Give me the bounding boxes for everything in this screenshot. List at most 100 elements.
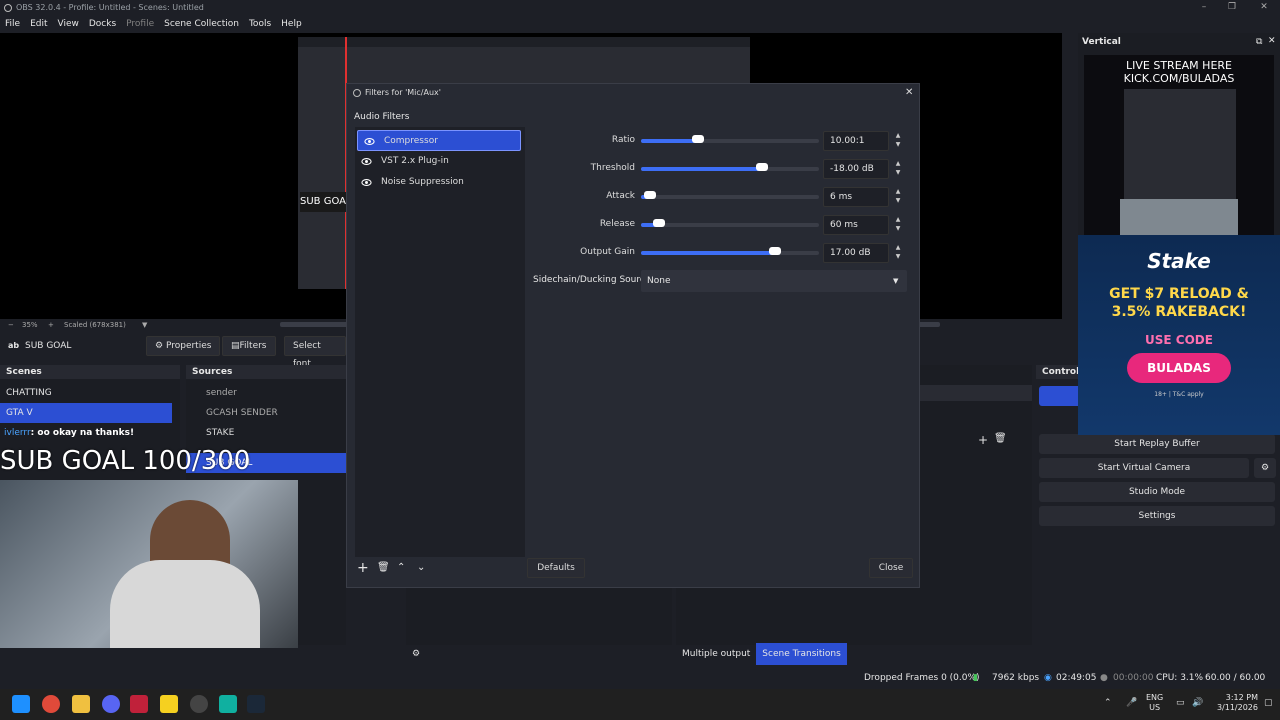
eye-icon[interactable] — [361, 156, 372, 167]
param-spinbox[interactable]: 17.00 dB — [823, 243, 889, 263]
vertical-close-icon[interactable]: ✕ — [1268, 36, 1276, 46]
scene-item[interactable]: CHATTING — [0, 383, 180, 403]
spin-arrows-icon[interactable]: ▲ ▼ — [891, 159, 905, 179]
param-label: Release — [599, 219, 635, 229]
param-spinbox[interactable]: 60 ms — [823, 215, 889, 235]
steam-icon[interactable] — [247, 695, 265, 713]
microphone-icon[interactable]: 🎤 — [1126, 698, 1137, 708]
obs-logo-icon — [4, 4, 12, 12]
eye-icon[interactable] — [364, 136, 375, 147]
vertical-webcam — [1120, 199, 1238, 235]
bottom-tabs: Multiple output Scene Transitions — [676, 643, 1032, 665]
properties-button[interactable]: ⚙ Properties — [146, 336, 221, 356]
tab-scene-transitions[interactable]: Scene Transitions — [756, 643, 847, 665]
move-down-icon[interactable]: ⌄ — [417, 562, 425, 573]
start-virtual-camera-button[interactable]: Start Virtual Camera — [1039, 458, 1249, 478]
dialog-close-icon[interactable]: ✕ — [905, 84, 913, 102]
mixer-settings-icon[interactable]: ⚙ — [412, 649, 420, 659]
menu-profile[interactable]: Profile — [121, 16, 159, 32]
audio-app-icon[interactable] — [219, 695, 237, 713]
start-replay-buffer-button[interactable]: Start Replay Buffer — [1039, 434, 1275, 454]
close-button[interactable]: Close — [869, 558, 913, 578]
source-item[interactable]: STAKE — [186, 423, 346, 443]
windows-start-icon[interactable] — [12, 695, 30, 713]
tray-chevron-icon[interactable]: ⌃ — [1104, 698, 1112, 708]
scale-dropdown-icon[interactable]: ▼ — [142, 319, 147, 331]
sticky-notes-icon[interactable] — [160, 695, 178, 713]
filter-item-vst[interactable]: VST 2.x Plug-in — [355, 151, 525, 172]
filter-item-noise-suppression[interactable]: Noise Suppression — [355, 172, 525, 193]
stake-fine-print: 18+ | T&C apply — [1154, 391, 1204, 398]
studio-mode-button[interactable]: Studio Mode — [1039, 482, 1275, 502]
volume-icon[interactable]: 🔊 — [1192, 698, 1203, 708]
menubar: File Edit View Docks Profile Scene Collection… — [0, 16, 1280, 32]
vertical-preview: LIVE STREAM HERE KICK.COM/BULADAS — [1084, 55, 1274, 235]
audio-filters-heading: Audio Filters — [354, 112, 410, 122]
remove-transition-icon[interactable]: 🗑 — [994, 433, 1007, 444]
zoom-out-icon[interactable]: − — [8, 319, 14, 331]
network-icon[interactable]: ▭ — [1176, 698, 1185, 708]
param-spinbox[interactable]: 6 ms — [823, 187, 889, 207]
discord-icon[interactable] — [102, 695, 120, 713]
slider-handle[interactable] — [768, 247, 781, 255]
file-explorer-icon[interactable] — [72, 695, 90, 713]
notifications-icon[interactable]: ▢ — [1264, 698, 1273, 708]
menu-tools[interactable]: Tools — [244, 16, 276, 32]
sidechain-select[interactable]: None ▼ — [641, 270, 907, 292]
param-spinbox[interactable]: 10.00:1 — [823, 131, 889, 151]
defaults-button[interactable]: Defaults — [527, 558, 585, 578]
slider-handle[interactable] — [652, 219, 665, 227]
menu-edit[interactable]: Edit — [25, 16, 52, 32]
source-item[interactable]: GCASH SENDER — [186, 403, 346, 423]
add-transition-icon[interactable]: + — [978, 433, 988, 447]
slider-fill — [641, 167, 763, 171]
menu-docks[interactable]: Docks — [84, 16, 121, 32]
spin-arrows-icon[interactable]: ▲ ▼ — [891, 243, 905, 263]
scene-item-selected[interactable]: GTA V — [0, 403, 172, 423]
chat-username: ivlerrr — [4, 428, 31, 438]
param-row-release: Release 60 ms ▲ ▼ — [527, 214, 907, 236]
minimize-icon[interactable]: – — [1192, 0, 1216, 16]
remove-filter-icon[interactable]: 🗑 — [377, 562, 390, 573]
slider-handle[interactable] — [756, 163, 769, 171]
adobe-icon[interactable] — [130, 695, 148, 713]
menu-help[interactable]: Help — [276, 16, 307, 32]
menu-file[interactable]: File — [0, 16, 25, 32]
param-slider[interactable] — [641, 219, 819, 227]
param-slider[interactable] — [641, 163, 819, 171]
tab-multiple-output[interactable]: Multiple output — [676, 643, 756, 665]
undock-icon[interactable]: ⧉ — [1256, 37, 1262, 47]
spin-arrows-icon[interactable]: ▲ ▼ — [891, 131, 905, 151]
param-slider[interactable] — [641, 135, 819, 143]
add-filter-icon[interactable]: + — [357, 560, 369, 576]
virtual-camera-gear-icon[interactable]: ⚙ — [1254, 458, 1276, 478]
filters-dialog: Filters for 'Mic/Aux' ✕ Audio Filters Co… — [346, 83, 920, 588]
vertical-banner: LIVE STREAM HERE KICK.COM/BULADAS — [1084, 59, 1274, 85]
slider-handle[interactable] — [691, 135, 704, 143]
settings-button[interactable]: Settings — [1039, 506, 1275, 526]
signal-icon: ▮ — [973, 673, 978, 683]
source-item[interactable]: sender — [186, 383, 346, 403]
spin-arrows-icon[interactable]: ▲ ▼ — [891, 187, 905, 207]
slider-handle[interactable] — [643, 191, 656, 199]
zoom-in-icon[interactable]: + — [48, 319, 54, 331]
menu-scene-collection[interactable]: Scene Collection — [159, 16, 244, 32]
eye-icon[interactable] — [361, 177, 372, 188]
clock[interactable]: 3:12 PM 3/11/2026 — [1208, 693, 1258, 713]
scenes-title: Scenes — [0, 365, 180, 379]
spin-arrows-icon[interactable]: ▲ ▼ — [891, 215, 905, 235]
filter-item-compressor[interactable]: Compressor — [357, 130, 521, 151]
obs-taskbar-icon[interactable] — [190, 695, 208, 713]
param-slider[interactable] — [641, 247, 819, 255]
filters-button[interactable]: ▤Filters — [222, 336, 276, 356]
param-spinbox[interactable]: -18.00 dB — [823, 159, 889, 179]
close-icon[interactable]: ✕ — [1252, 0, 1276, 16]
select-font-button[interactable]: Select font — [284, 336, 346, 369]
restore-icon[interactable]: ❐ — [1220, 0, 1244, 16]
menu-view[interactable]: View — [53, 16, 84, 32]
gear-icon: ⚙ — [155, 341, 164, 351]
param-slider[interactable] — [641, 191, 819, 199]
chrome-icon[interactable] — [42, 695, 60, 713]
move-up-icon[interactable]: ⌃ — [397, 562, 405, 573]
language-indicator[interactable]: ENG US — [1146, 693, 1163, 713]
